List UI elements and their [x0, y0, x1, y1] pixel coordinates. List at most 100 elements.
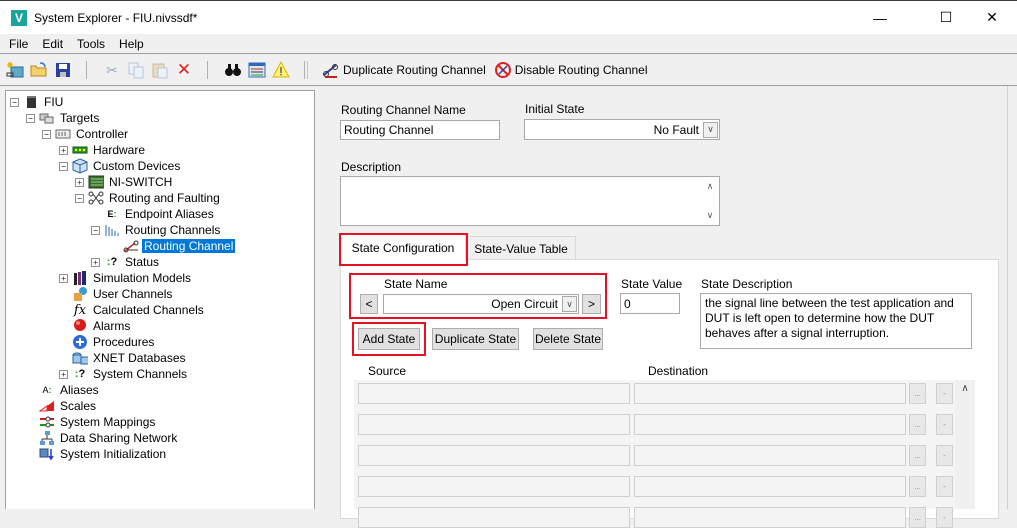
source-field[interactable] [358, 445, 630, 466]
copy-icon[interactable] [127, 61, 145, 79]
destination-field[interactable] [634, 507, 906, 528]
destination-field[interactable] [634, 383, 906, 404]
tree-item-routing-channels[interactable]: − Routing Channels [91, 222, 222, 238]
user-channels-icon [72, 286, 88, 302]
delete-state-button[interactable]: Delete State [533, 328, 603, 350]
remove-row-button[interactable]: - [936, 414, 953, 435]
new-icon[interactable] [6, 61, 24, 79]
tree-item-procedures[interactable]: Procedures [59, 334, 156, 350]
paste-icon[interactable] [151, 61, 169, 79]
tree-item-routing-channel[interactable]: Routing Channel [123, 238, 236, 254]
tab-state-configuration[interactable]: State Configuration [340, 234, 466, 261]
collapse-icon[interactable]: − [42, 129, 51, 139]
tree-item-alarms[interactable]: Alarms [59, 318, 132, 334]
warning-icon[interactable] [272, 61, 290, 79]
expand-icon[interactable]: + [91, 257, 100, 267]
collapse-icon[interactable]: − [75, 193, 84, 203]
collapse-icon[interactable]: − [59, 161, 68, 171]
scroll-up-icon[interactable]: ∧ [707, 181, 714, 192]
previous-state-button[interactable]: < [360, 294, 378, 314]
duplicate-routing-channel-button[interactable]: Duplicate Routing Channel [322, 61, 486, 79]
add-state-button[interactable]: Add State [358, 328, 420, 350]
expand-icon[interactable]: + [59, 273, 68, 283]
scroll-up-icon[interactable]: ∧ [961, 383, 968, 509]
destination-field[interactable] [634, 445, 906, 466]
description-scrollbar[interactable]: ∧ ∨ [702, 178, 718, 224]
source-field[interactable] [358, 383, 630, 404]
cut-icon[interactable]: ✂ [103, 61, 121, 79]
tree-item-system-mappings[interactable]: System Mappings [26, 414, 157, 430]
tree-item-status[interactable]: +:? Status [91, 254, 161, 270]
expand-icon[interactable]: + [75, 177, 84, 187]
next-state-button[interactable]: > [582, 294, 601, 314]
collapse-icon[interactable]: − [91, 225, 100, 235]
initial-state-dropdown[interactable]: No Fault ∨ [524, 119, 720, 140]
source-field[interactable] [358, 476, 630, 497]
maximize-button[interactable]: ☐ [923, 1, 969, 34]
tree-item-data-sharing-network[interactable]: Data Sharing Network [26, 430, 179, 446]
tree-item-controller[interactable]: − Controller [42, 126, 130, 142]
menu-edit[interactable]: Edit [37, 37, 68, 51]
collapse-icon[interactable]: − [26, 113, 35, 123]
panel-scrollbar[interactable] [1007, 86, 1017, 509]
save-icon[interactable] [54, 61, 72, 79]
expand-icon[interactable]: + [59, 369, 68, 379]
simulation-models-icon [72, 270, 88, 286]
browse-button[interactable]: ... [909, 445, 926, 466]
source-field[interactable] [358, 414, 630, 435]
remove-row-button[interactable]: - [936, 445, 953, 466]
routing-channel-name-input[interactable]: Routing Channel [340, 120, 500, 140]
disable-routing-channel-button[interactable]: Disable Routing Channel [494, 61, 648, 79]
collapse-icon[interactable]: − [10, 97, 19, 107]
tree-item-simulation-models[interactable]: + Simulation Models [59, 270, 193, 286]
browse-button[interactable]: ... [909, 476, 926, 497]
open-icon[interactable] [30, 61, 48, 79]
menu-help[interactable]: Help [114, 37, 149, 51]
tree-item-calculated-channels[interactable]: fx Calculated Channels [59, 302, 206, 318]
delete-icon[interactable]: ✕ [175, 60, 193, 79]
remove-row-button[interactable]: - [936, 507, 953, 528]
tree-item-user-channels[interactable]: User Channels [59, 286, 174, 302]
browse-button[interactable]: ... [909, 383, 926, 404]
destination-field[interactable] [634, 414, 906, 435]
state-description-textarea[interactable]: the signal line between the test applica… [700, 293, 972, 349]
remove-row-button[interactable]: - [936, 476, 953, 497]
chevron-down-icon[interactable]: ∨ [703, 121, 718, 138]
menu-tools[interactable]: Tools [72, 37, 110, 51]
browse-button[interactable]: ... [909, 507, 926, 528]
description-textarea[interactable]: ∧ ∨ [340, 176, 720, 226]
source-field[interactable] [358, 507, 630, 528]
tree-item-xnet-databases[interactable]: XNET Databases [59, 350, 188, 366]
chevron-down-icon[interactable]: ∨ [562, 296, 577, 312]
browse-button[interactable]: ... [909, 414, 926, 435]
channel-list-icon[interactable] [248, 61, 266, 79]
tree-item-fiu[interactable]: − FIU [10, 94, 65, 110]
close-button[interactable]: ✕ [969, 1, 1015, 34]
system-tree[interactable]: − FIU − Targets − Controller + Hardware − Custom … [5, 90, 315, 509]
minimize-button[interactable]: — [857, 1, 903, 34]
remove-row-button[interactable]: - [936, 383, 953, 404]
tree-item-targets[interactable]: − Targets [26, 110, 101, 126]
tree-item-system-initialization[interactable]: System Initialization [26, 446, 168, 462]
tree-item-scales[interactable]: Scales [26, 398, 98, 414]
destination-field[interactable] [634, 476, 906, 497]
find-icon[interactable] [224, 61, 242, 79]
tree-item-system-channels[interactable]: +:? System Channels [59, 366, 189, 382]
state-value-input[interactable]: 0 [620, 293, 680, 314]
tree-item-hardware[interactable]: + Hardware [59, 142, 147, 158]
expand-icon[interactable]: + [59, 145, 68, 155]
scroll-down-icon[interactable]: ∨ [707, 210, 714, 221]
toolbar: ✂ ✕ Duplicate Routing Channel Disable Ro… [0, 55, 1017, 86]
tree-item-aliases[interactable]: A: Aliases [26, 382, 101, 398]
duplicate-state-button[interactable]: Duplicate State [432, 328, 519, 350]
tree-item-endpoint-aliases[interactable]: E: Endpoint Aliases [91, 206, 216, 222]
tab-state-value-table[interactable]: State-Value Table [466, 236, 576, 260]
mapping-grid-scrollbar[interactable]: ∧ [955, 380, 975, 509]
state-name-dropdown[interactable]: Open Circuit ∨ [383, 294, 579, 314]
tree-item-custom-devices[interactable]: − Custom Devices [59, 158, 182, 174]
menu-file[interactable]: File [4, 37, 33, 51]
tree-item-ni-switch[interactable]: + NI-SWITCH [75, 174, 174, 190]
tree-item-routing-and-faulting[interactable]: − Routing and Faulting [75, 190, 222, 206]
